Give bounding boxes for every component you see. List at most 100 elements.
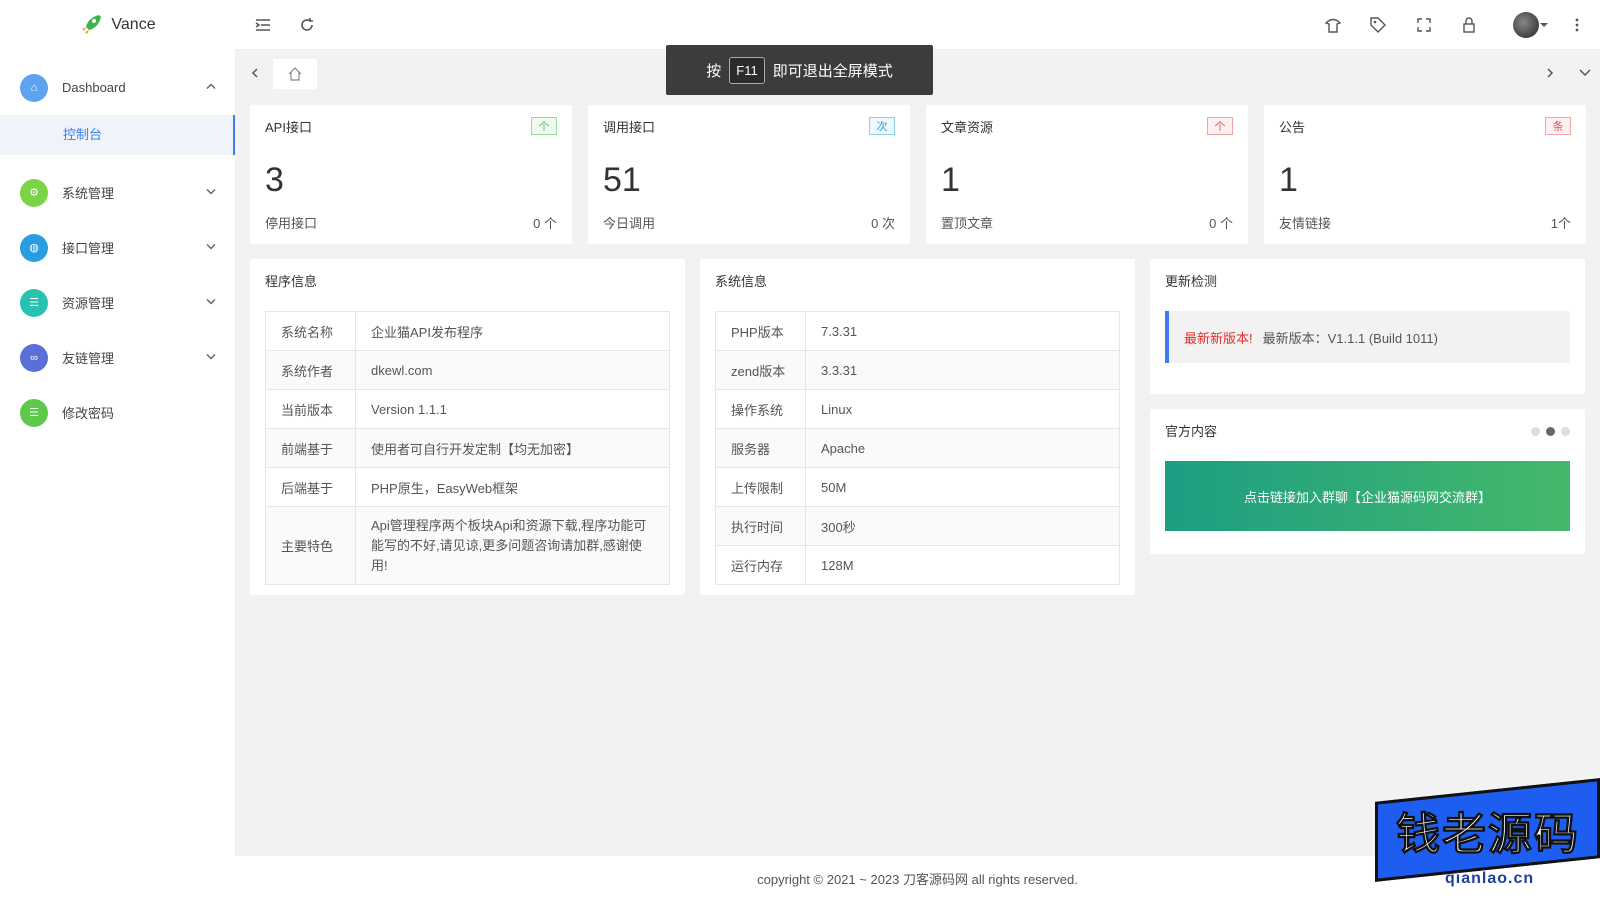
sidebar-item-label: 系统管理 <box>62 186 115 201</box>
theme-icon[interactable] <box>1321 13 1345 37</box>
stat-sub-label: 置顶文章 <box>941 216 994 231</box>
sidebar-item-password[interactable]: ☰ 修改密码 <box>0 385 235 440</box>
carousel-dot[interactable] <box>1531 427 1540 436</box>
program-info-panel: 程序信息 系统名称 企业猫API发布程序 系统作者 dkewl.com 当前版本 Ve… <box>250 259 685 595</box>
tab-home[interactable] <box>273 59 317 89</box>
sidebar-item-api[interactable]: ◍ 接口管理 <box>0 220 235 275</box>
update-notice: 最新新版本! 最新版本：V1.1.1 (Build 1011) <box>1165 311 1570 363</box>
table-row: zend版本 3.3.31 <box>715 350 1120 390</box>
table-row: 前端基于 使用者可自行开发定制【均无加密】 <box>265 428 670 468</box>
sidebar-item-label: 接口管理 <box>62 241 115 256</box>
carousel-indicator <box>1531 427 1570 436</box>
update-text: 最新版本：V1.1.1 (Build 1011) <box>1262 330 1438 346</box>
sidebar-item-resources[interactable]: ☰ 资源管理 <box>0 275 235 330</box>
stat-value: 51 <box>603 161 641 199</box>
table-row: 主要特色 Api管理程序两个板块Api和资源下载,程序功能可能写的不好,请见谅,更… <box>265 506 670 585</box>
chevron-left-icon[interactable] <box>243 61 267 85</box>
table-value: 企业猫API发布程序 <box>355 311 670 351</box>
table-value: Apache <box>805 428 1120 468</box>
table-value: Linux <box>805 389 1120 429</box>
stat-card-calls: 调用接口 次 51 今日调用 0 次 <box>588 105 910 244</box>
refresh-icon[interactable] <box>295 13 319 37</box>
table-value: 300秒 <box>805 506 1120 546</box>
chevron-down-icon <box>205 185 217 200</box>
table-value: 3.3.31 <box>805 350 1120 390</box>
table-row: 执行时间 300秒 <box>715 506 1120 546</box>
home-icon: ⌂ <box>20 73 48 102</box>
table-row: 系统名称 企业猫API发布程序 <box>265 311 670 351</box>
table-key: 系统作者 <box>265 350 356 390</box>
stat-badge: 个 <box>531 117 557 135</box>
list-icon: ☰ <box>20 288 48 317</box>
stat-title: 调用接口 <box>603 120 656 135</box>
table-value: Version 1.1.1 <box>355 389 670 429</box>
stat-value: 1 <box>941 161 960 199</box>
stat-sub-label: 停用接口 <box>265 216 318 231</box>
table-row: 服务器 Apache <box>715 428 1120 468</box>
stat-badge: 个 <box>1207 117 1233 135</box>
stat-sub-label: 今日调用 <box>603 216 656 231</box>
rocket-icon <box>82 15 102 34</box>
sidebar: Vance ⌂ Dashboard 控制台 ⚙ 系统管理 ◍ 接口管理 ☰ 资源… <box>0 0 235 900</box>
carousel-dot[interactable] <box>1546 427 1555 436</box>
chevron-right-icon[interactable] <box>1538 61 1562 85</box>
sidebar-item-dashboard[interactable]: ⌂ Dashboard <box>0 60 235 115</box>
sidebar-item-links[interactable]: ∞ 友链管理 <box>0 330 235 385</box>
more-icon[interactable] <box>1565 13 1589 37</box>
key-icon: ☰ <box>20 398 48 427</box>
watermark: 钱老源码 qianlao.cn <box>1375 778 1600 900</box>
panel-title: 程序信息 <box>265 274 318 289</box>
stat-sub-value: 1个 <box>1550 216 1571 231</box>
update-check-panel: 更新检测 最新新版本! 最新版本：V1.1.1 (Build 1011) <box>1150 259 1585 394</box>
stat-badge: 次 <box>869 117 895 135</box>
avatar[interactable] <box>1511 12 1551 38</box>
stat-title: 文章资源 <box>941 120 994 135</box>
official-content-panel: 官方内容 点击链接加入群聊【企业猫源码网交流群】 <box>1150 409 1585 554</box>
logo[interactable]: Vance <box>0 0 235 50</box>
chevron-down-icon[interactable] <box>1573 61 1597 85</box>
table-key: zend版本 <box>715 350 806 390</box>
stat-badge: 条 <box>1545 117 1571 135</box>
stat-sub-value: 0 次 <box>871 216 895 231</box>
stat-title: API接口 <box>265 120 312 135</box>
toast-key: F11 <box>729 56 765 84</box>
table-row: 操作系统 Linux <box>715 389 1120 429</box>
menu-fold-icon[interactable] <box>251 13 275 37</box>
sidebar-item-system[interactable]: ⚙ 系统管理 <box>0 165 235 220</box>
sidebar-item-label: 修改密码 <box>62 406 115 421</box>
join-group-button[interactable]: 点击链接加入群聊【企业猫源码网交流群】 <box>1165 461 1570 531</box>
table-key: 运行内存 <box>715 545 806 585</box>
stat-card-articles: 文章资源 个 1 置顶文章 0 个 <box>926 105 1248 244</box>
sidebar-item-label: Dashboard <box>62 80 126 95</box>
table-key: 操作系统 <box>715 389 806 429</box>
tag-icon[interactable] <box>1366 13 1390 37</box>
fullscreen-icon[interactable] <box>1412 13 1436 37</box>
carousel-dot[interactable] <box>1561 427 1570 436</box>
stat-card-api: API接口 个 3 停用接口 0 个 <box>250 105 572 244</box>
fullscreen-toast: 按 F11 即可退出全屏模式 <box>666 45 933 95</box>
stat-value: 3 <box>265 161 284 199</box>
table-key: 上传限制 <box>715 467 806 507</box>
globe-icon: ◍ <box>20 233 48 262</box>
table-value: 50M <box>805 467 1120 507</box>
table-key: 后端基于 <box>265 467 356 507</box>
top-header <box>235 0 1600 50</box>
caret-down-icon <box>1540 23 1548 27</box>
sidebar-subitem-console[interactable]: 控制台 <box>0 115 235 155</box>
table-value: 7.3.31 <box>805 311 1120 351</box>
sidebar-item-label: 资源管理 <box>62 296 115 311</box>
chevron-down-icon <box>205 240 217 255</box>
link-icon: ∞ <box>20 343 48 372</box>
table-row: 上传限制 50M <box>715 467 1120 507</box>
table-value: 128M <box>805 545 1120 585</box>
lock-icon[interactable] <box>1457 13 1481 37</box>
table-row: 系统作者 dkewl.com <box>265 350 670 390</box>
gear-icon: ⚙ <box>20 178 48 207</box>
sidebar-item-label: 友链管理 <box>62 351 115 366</box>
stat-value: 1 <box>1279 161 1298 199</box>
stat-card-notice: 公告 条 1 友情链接 1个 <box>1264 105 1586 244</box>
table-key: 前端基于 <box>265 428 356 468</box>
toast-suffix: 即可退出全屏模式 <box>772 62 893 80</box>
watermark-text: 钱老源码 <box>1395 809 1580 861</box>
stat-title: 公告 <box>1279 120 1306 135</box>
